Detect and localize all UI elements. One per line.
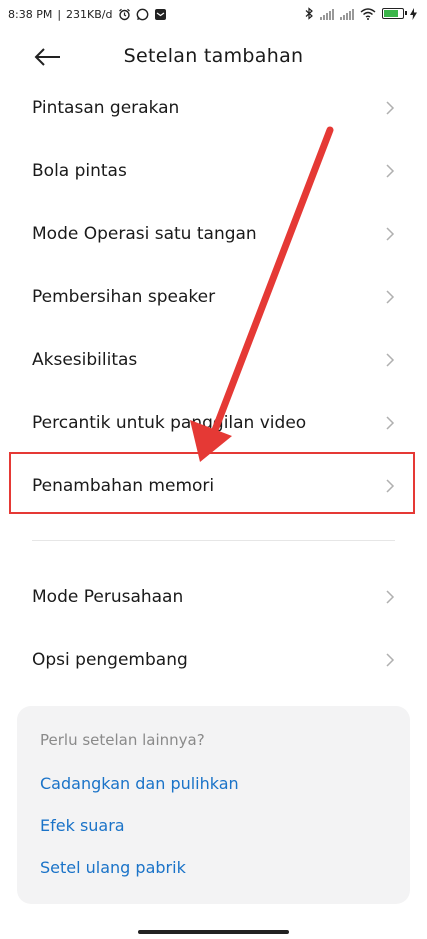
alarm-icon (118, 8, 130, 21)
setting-label: Aksesibilitas (32, 349, 138, 370)
gesture-nav-bar (138, 930, 289, 934)
status-bar: 8:38 PM | 231KB/d (0, 0, 427, 32)
setting-enterprise-mode[interactable]: Mode Perusahaan (0, 565, 427, 628)
setting-gesture-shortcuts[interactable]: Pintasan gerakan (0, 76, 427, 139)
chevron-right-icon (386, 163, 395, 178)
signal-icon (320, 8, 334, 20)
sound-effects-link[interactable]: Efek suara (40, 816, 125, 835)
chevron-right-icon (386, 589, 395, 604)
setting-label: Opsi pengembang (32, 649, 188, 670)
wifi-icon (360, 7, 376, 20)
settings-list-2: Mode Perusahaan Opsi pengembang (0, 565, 427, 691)
setting-speaker-cleaner[interactable]: Pembersihan speaker (0, 265, 427, 328)
chevron-right-icon (386, 289, 395, 304)
chevron-right-icon (386, 352, 395, 367)
status-net-speed: 231KB/d (66, 8, 113, 21)
status-separator: | (57, 8, 62, 21)
chevron-right-icon (386, 478, 395, 493)
setting-video-call-beautify[interactable]: Percantik untuk panggilan video (0, 391, 427, 454)
chevron-right-icon (386, 652, 395, 667)
setting-developer-options[interactable]: Opsi pengembang (0, 628, 427, 691)
mail-icon (154, 9, 166, 20)
chevron-right-icon (386, 100, 395, 115)
settings-list: Pintasan gerakan Bola pintas Mode Operas… (0, 76, 427, 517)
setting-label: Percantik untuk panggilan video (32, 412, 307, 433)
card-title: Perlu setelan lainnya? (40, 731, 205, 749)
setting-one-handed-mode[interactable]: Mode Operasi satu tangan (0, 202, 427, 265)
setting-accessibility[interactable]: Aksesibilitas (0, 328, 427, 391)
setting-label: Mode Operasi satu tangan (32, 223, 257, 244)
setting-quick-ball[interactable]: Bola pintas (0, 139, 427, 202)
setting-label: Mode Perusahaan (32, 586, 184, 607)
setting-label: Pintasan gerakan (32, 97, 180, 118)
backup-restore-link[interactable]: Cadangkan dan pulihkan (40, 774, 239, 793)
section-divider (32, 540, 395, 541)
battery-icon (382, 8, 407, 19)
setting-label: Bola pintas (32, 160, 127, 181)
setting-label: Pembersihan speaker (32, 286, 216, 307)
whatsapp-icon (136, 8, 148, 21)
status-left: 8:38 PM | 231KB/d (8, 8, 167, 21)
chevron-right-icon (386, 226, 395, 241)
more-settings-card: Perlu setelan lainnya? Cadangkan dan pul… (17, 706, 410, 904)
page-title: Setelan tambahan (123, 45, 304, 67)
status-right (305, 7, 417, 20)
status-time: 8:38 PM (8, 8, 53, 21)
app-header: Setelan tambahan (0, 32, 427, 82)
factory-reset-link[interactable]: Setel ulang pabrik (40, 858, 186, 877)
setting-memory-extension[interactable]: Penambahan memori (0, 454, 427, 517)
chevron-right-icon (386, 415, 395, 430)
charging-icon (410, 7, 417, 20)
bluetooth-icon (305, 7, 313, 20)
setting-label: Penambahan memori (32, 475, 215, 496)
signal-icon-2 (340, 8, 354, 20)
